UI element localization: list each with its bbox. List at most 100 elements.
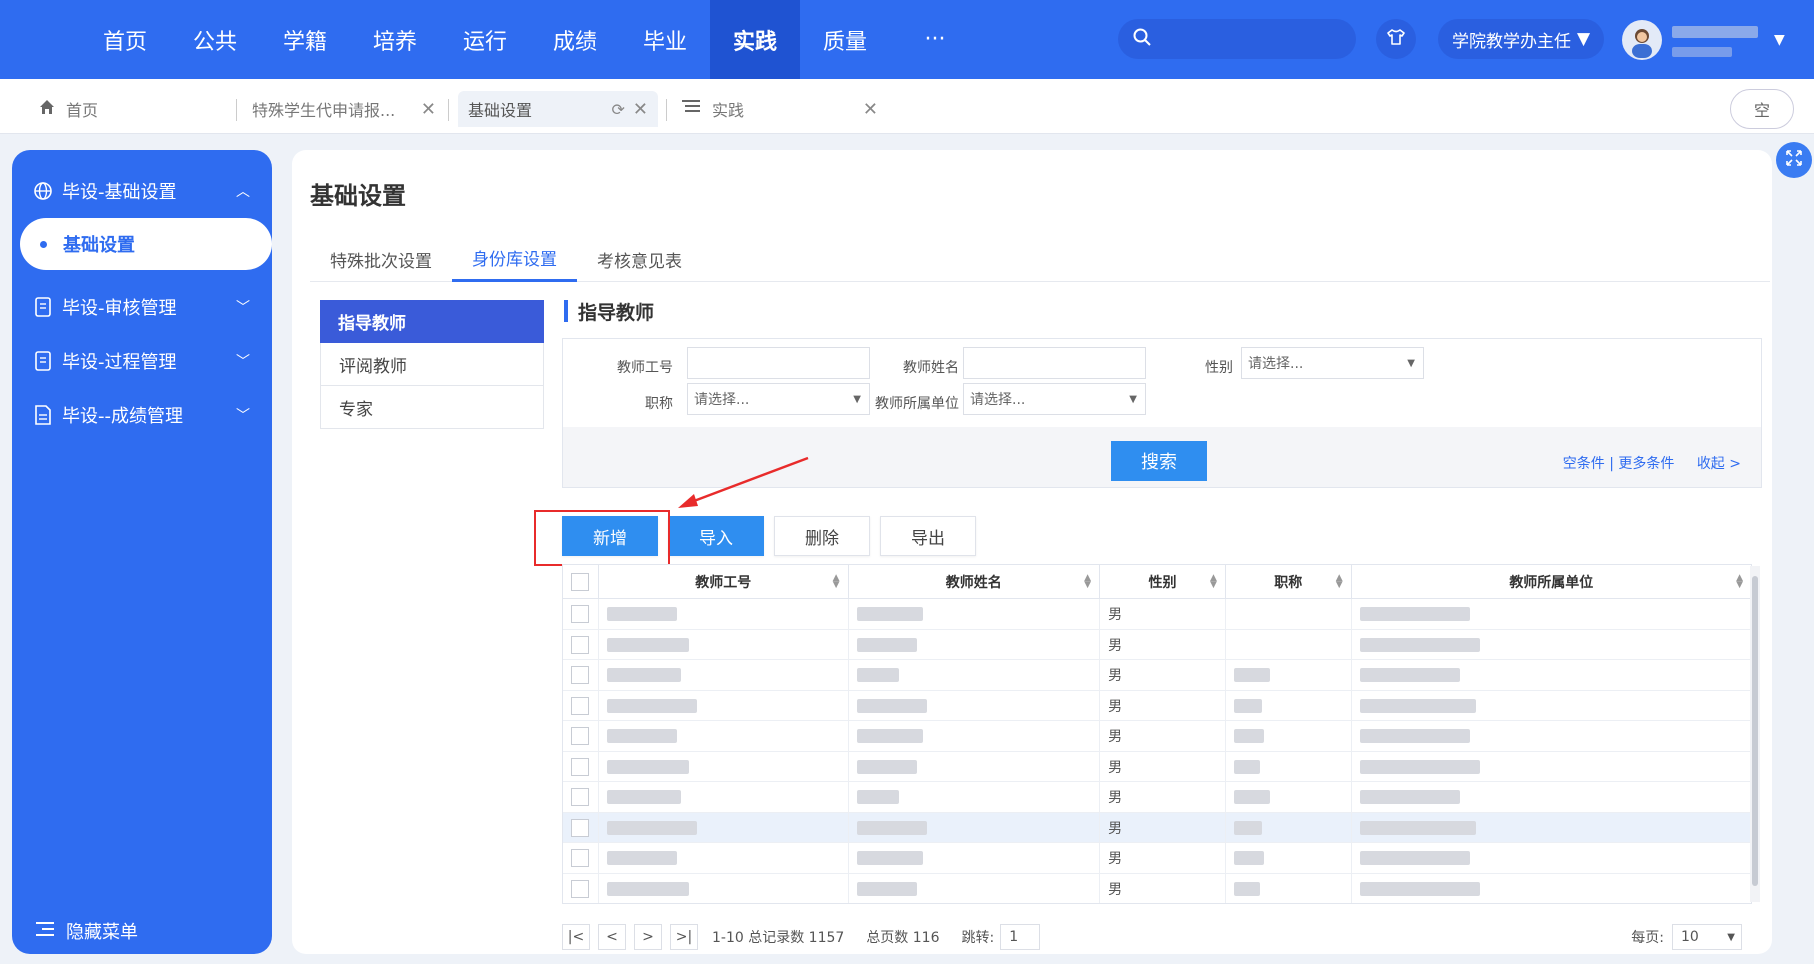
select-all-checkbox[interactable]: [571, 573, 590, 591]
clear-conditions-link[interactable]: 空条件: [1563, 456, 1605, 472]
gender-value: 男: [1108, 851, 1123, 867]
row-select-cell: [563, 812, 599, 843]
row-checkbox[interactable]: [571, 635, 589, 654]
role-item-advisor[interactable]: 指导教师: [320, 300, 544, 343]
table-row[interactable]: 男: [563, 751, 1751, 782]
row-checkbox[interactable]: [571, 605, 589, 623]
nav-item-quality[interactable]: 质量: [800, 0, 890, 79]
tab-identity-library[interactable]: 身份库设置: [452, 236, 577, 282]
import-button[interactable]: 导入: [668, 516, 764, 556]
sidebar-group-process-management[interactable]: 毕设-过程管理 ﹀: [12, 338, 272, 384]
nav-item-more[interactable]: ···: [890, 0, 980, 79]
scrollbar-thumb[interactable]: [1752, 576, 1758, 886]
sort-icon: ▲ ▼: [1335, 573, 1343, 590]
document-icon: [32, 296, 54, 318]
masked-teacher-id: [606, 851, 677, 865]
sidebar-group-review-management[interactable]: 毕设-审核管理 ﹀: [12, 284, 272, 330]
row-checkbox[interactable]: [571, 788, 589, 806]
sidebar-group-basic-settings[interactable]: 毕设-基础设置 ︿: [12, 168, 272, 214]
table-scrollbar[interactable]: [1750, 566, 1760, 902]
row-checkbox[interactable]: [571, 849, 589, 867]
row-checkbox[interactable]: [571, 757, 589, 776]
export-button[interactable]: 导出: [880, 516, 976, 556]
nav-item-public[interactable]: 公共: [170, 0, 260, 79]
top-search-box[interactable]: [1118, 19, 1356, 59]
sidebar-item-basic-settings[interactable]: 基础设置: [20, 218, 272, 270]
theme-button[interactable]: [1376, 19, 1416, 59]
role-item-expert[interactable]: 专家: [320, 386, 544, 429]
close-icon[interactable]: ✕: [863, 99, 878, 120]
table-row[interactable]: 男: [563, 721, 1751, 752]
delete-button[interactable]: 删除: [774, 516, 870, 556]
col-department[interactable]: 教师所属单位 ▲ ▼: [1352, 565, 1751, 599]
table-row[interactable]: 男: [563, 782, 1751, 813]
table-row[interactable]: 男: [563, 599, 1751, 630]
row-checkbox[interactable]: [571, 818, 589, 837]
nav-item-practice[interactable]: 实践: [710, 0, 800, 79]
tab-label: 首页: [66, 101, 99, 120]
table-row[interactable]: 男: [563, 873, 1751, 903]
tab-basic-settings[interactable]: 基础设置 ⟳ ✕: [458, 91, 658, 127]
masked-teacher-name: [856, 729, 923, 743]
table-row[interactable]: 男: [563, 843, 1751, 874]
nav-item-grades[interactable]: 成绩: [530, 0, 620, 79]
chevron-down-icon: ﹀: [236, 408, 250, 424]
nav-item-enrollment[interactable]: 学籍: [260, 0, 350, 79]
collapse-link[interactable]: 收起 >: [1697, 456, 1741, 472]
tab-special-batch[interactable]: 特殊批次设置: [310, 236, 452, 282]
fullscreen-toggle[interactable]: [1776, 142, 1812, 178]
cell-teacher-name: [849, 812, 1101, 843]
gender-value: 男: [1108, 607, 1123, 623]
tab-practice[interactable]: 实践 ✕: [682, 91, 878, 127]
title-select[interactable]: 请选择...: [687, 383, 870, 415]
row-checkbox[interactable]: [571, 879, 589, 898]
tab-home[interactable]: 首页: [38, 91, 228, 127]
table-row[interactable]: 男: [563, 660, 1751, 691]
col-title[interactable]: 职称 ▲ ▼: [1226, 565, 1352, 599]
row-checkbox[interactable]: [571, 696, 589, 715]
user-menu[interactable]: ▼: [1622, 14, 1792, 66]
role-item-reviewer[interactable]: 评阅教师: [320, 343, 544, 386]
nav-item-home[interactable]: 首页: [80, 0, 170, 79]
teacher-id-input[interactable]: [687, 347, 870, 379]
row-checkbox[interactable]: [571, 727, 589, 745]
cell-department: [1352, 721, 1751, 751]
per-page-select[interactable]: 10: [1672, 924, 1742, 950]
cell-gender: 男: [1100, 629, 1226, 660]
clear-tabs-button[interactable]: 空: [1730, 89, 1794, 129]
tab-special-student[interactable]: 特殊学生代申请报... ✕: [252, 91, 436, 127]
refresh-icon[interactable]: ⟳: [612, 100, 625, 119]
home-icon: [38, 98, 56, 120]
table-row[interactable]: 男: [563, 629, 1751, 660]
col-teacher-name[interactable]: 教师姓名 ▲ ▼: [849, 565, 1101, 599]
close-icon[interactable]: ✕: [421, 99, 436, 120]
nav-item-graduation[interactable]: 毕业: [620, 0, 710, 79]
teacher-name-input[interactable]: [963, 347, 1146, 379]
last-page-button[interactable]: >|: [670, 924, 698, 950]
top-search-input[interactable]: [1160, 31, 1340, 47]
prev-page-button[interactable]: <: [598, 924, 626, 950]
next-page-button[interactable]: >: [634, 924, 662, 950]
jump-input[interactable]: 1: [1000, 924, 1041, 950]
select-all-cell: [563, 565, 599, 599]
hide-menu-button[interactable]: 隐藏菜单: [36, 918, 138, 944]
close-icon[interactable]: ✕: [633, 99, 648, 120]
dept-select[interactable]: 请选择...: [963, 383, 1146, 415]
nav-item-operation[interactable]: 运行: [440, 0, 530, 79]
table-row[interactable]: 男: [563, 812, 1751, 843]
search-button[interactable]: 搜索: [1111, 441, 1207, 481]
table-row[interactable]: 男: [563, 690, 1751, 721]
first-page-button[interactable]: |<: [562, 924, 590, 950]
role-dropdown[interactable]: 学院教学办主任 ▼: [1438, 19, 1604, 59]
nav-item-training[interactable]: 培养: [350, 0, 440, 79]
col-gender[interactable]: 性别 ▲ ▼: [1100, 565, 1226, 599]
cell-gender: 男: [1100, 873, 1226, 903]
tab-assessment-form[interactable]: 考核意见表: [577, 236, 702, 282]
sidebar-group-grade-management[interactable]: 毕设--成绩管理 ﹀: [12, 392, 272, 438]
gender-select[interactable]: 请选择...: [1241, 347, 1424, 379]
chevron-up-icon: ︿: [236, 184, 250, 200]
col-teacher-id[interactable]: 教师工号 ▲ ▼: [599, 565, 849, 599]
masked-teacher-id: [606, 698, 697, 713]
more-conditions-link[interactable]: 更多条件: [1618, 456, 1674, 472]
row-checkbox[interactable]: [571, 666, 589, 684]
